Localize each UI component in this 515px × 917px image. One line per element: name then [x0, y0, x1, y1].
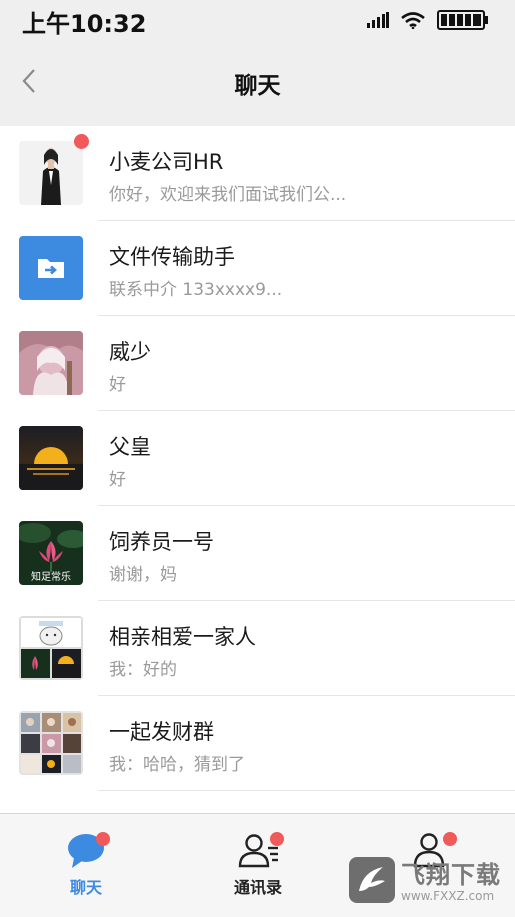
chat-name: 威少	[109, 340, 151, 364]
watermark-text: 飞翔下载	[401, 861, 501, 889]
battery-icon	[437, 10, 488, 30]
tab-label: 通讯录	[233, 878, 282, 897]
chat-item[interactable]: 父皇 好	[0, 411, 515, 506]
chat-preview: 你好，欢迎来我们面试我们公...	[109, 185, 347, 205]
tab-badge	[96, 832, 110, 846]
watermark-url: www.FXXZ.com	[401, 889, 495, 903]
wizard-portrait-avatar	[19, 331, 83, 395]
chat-preview: 好	[109, 375, 126, 395]
chat-preview: 好	[109, 470, 126, 490]
chat-item[interactable]: 相亲相爱一家人 我：好的	[0, 601, 515, 696]
file-transfer-avatar	[19, 236, 83, 300]
tab-badge	[270, 832, 284, 846]
lotus-avatar: 知足常乐	[19, 521, 83, 585]
wifi-icon	[401, 11, 425, 29]
chat-name: 一起发财群	[109, 720, 214, 744]
chat-preview: 联系中介 133xxxx9...	[109, 280, 283, 300]
chat-item[interactable]: 知足常乐 饲养员一号 谢谢，妈	[0, 506, 515, 601]
chat-item[interactable]: 小麦公司HR 你好，欢迎来我们面试我们公...	[0, 126, 515, 221]
status-icons	[367, 10, 489, 30]
status-time: 上午10:32	[22, 10, 147, 38]
chat-item[interactable]: 文件传输助手 联系中介 133xxxx9...	[0, 221, 515, 316]
chat-preview: 我：哈哈，猜到了	[109, 755, 245, 775]
avatar-caption: 知足常乐	[31, 572, 71, 583]
tab-chats[interactable]: 聊天	[0, 814, 172, 917]
tab-contacts[interactable]: 通讯录	[172, 814, 344, 917]
navigation-bar: 聊天	[0, 40, 515, 127]
chat-preview: 我：好的	[109, 660, 177, 680]
chat-name: 相亲相爱一家人	[109, 625, 256, 649]
watermark: 飞翔下载 www.FXXZ.com	[347, 855, 507, 911]
wechat-chat-list-screen: 上午10:32 聊天 小麦公司HR 你好，欢迎来我们面试我们公... 文件传输助…	[0, 0, 515, 917]
chat-name: 文件传输助手	[109, 245, 235, 269]
chat-name: 小麦公司HR	[109, 150, 224, 174]
watermark-logo-icon	[349, 857, 395, 903]
chat-preview: 谢谢，妈	[109, 565, 177, 585]
tab-badge	[443, 832, 457, 846]
chat-item[interactable]: 威少 好	[0, 316, 515, 411]
woman-portrait-avatar	[19, 141, 83, 205]
tab-label: 聊天	[69, 878, 102, 897]
signal-icon	[367, 12, 389, 28]
status-bar: 上午10:32	[0, 0, 515, 40]
chat-name: 父皇	[109, 435, 151, 459]
group-grid-avatar	[19, 711, 83, 775]
chat-list: 小麦公司HR 你好，欢迎来我们面试我们公... 文件传输助手 联系中介 133x…	[0, 126, 515, 791]
group-collage-avatar	[19, 616, 83, 680]
unread-badge	[74, 134, 89, 149]
divider	[98, 790, 515, 791]
sunset-avatar	[19, 426, 83, 490]
page-title: 聊天	[234, 73, 281, 99]
chat-item[interactable]: 一起发财群 我：哈哈，猜到了	[0, 696, 515, 791]
chat-name: 饲养员一号	[109, 530, 214, 554]
